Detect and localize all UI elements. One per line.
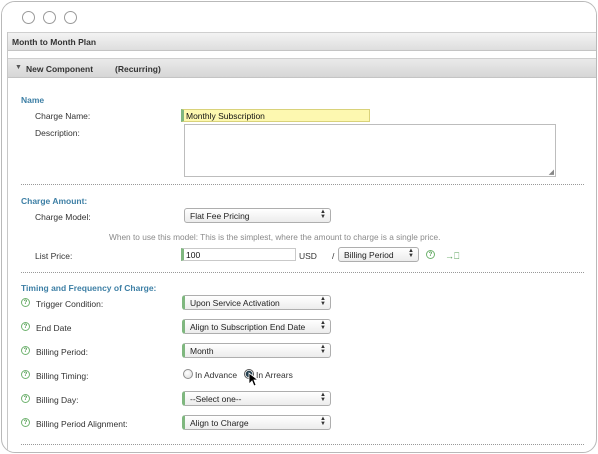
section-divider (21, 184, 584, 185)
browser-window: Month to Month Plan ▼ New Component (Rec… (1, 1, 597, 453)
in-advance-radio[interactable] (183, 369, 193, 379)
section-timing-title: Timing and Frequency of Charge: (21, 283, 157, 293)
charge-model-label: Charge Model: (35, 212, 91, 222)
resize-grip-icon[interactable]: ◢ (549, 168, 554, 176)
select-arrows-icon: ▲ ▼ (320, 344, 326, 355)
help-circle-icon[interactable]: ? (21, 322, 30, 331)
zoom-window-button[interactable] (64, 11, 77, 24)
billing-day-select[interactable]: --Select one-- ▲ ▼ (182, 391, 331, 406)
billing-period-label: Billing Period: (36, 347, 88, 357)
list-price-label: List Price: (35, 251, 73, 261)
billing-period-select[interactable]: Month ▲ ▼ (182, 343, 331, 358)
currency-label: USD (299, 251, 317, 261)
select-arrows-icon: ▲ ▼ (320, 392, 326, 403)
charge-model-value: Flat Fee Pricing (190, 211, 250, 221)
page-content: Month to Month Plan ▼ New Component (Rec… (7, 32, 596, 452)
help-circle-icon[interactable]: ? (21, 418, 30, 427)
help-circle-icon[interactable]: ? (21, 394, 30, 403)
list-price-input[interactable]: 100 (181, 248, 296, 261)
select-arrows-icon: ▲ ▼ (320, 296, 326, 307)
charge-model-hint: When to use this model: This is the simp… (109, 232, 441, 242)
billing-timing-label: Billing Timing: (36, 371, 89, 381)
select-arrows-icon: ▲ ▼ (320, 416, 326, 427)
in-advance-label[interactable]: In Advance (195, 370, 237, 380)
trigger-condition-select[interactable]: Upon Service Activation ▲ ▼ (182, 295, 331, 310)
section-name-title: Name (21, 95, 45, 105)
help-circle-icon[interactable]: ? (426, 250, 435, 259)
section-divider (21, 272, 584, 273)
caret-down-icon[interactable]: ▼ (15, 64, 22, 71)
section-divider (21, 444, 584, 445)
list-price-period-value: Billing Period (344, 250, 394, 260)
minimize-window-button[interactable] (43, 11, 56, 24)
charge-model-select[interactable]: Flat Fee Pricing ▲ ▼ (184, 208, 331, 223)
help-circle-icon[interactable]: ? (21, 370, 30, 379)
select-arrows-icon: ▲ ▼ (408, 248, 414, 259)
component-type: (Recurring) (115, 64, 161, 74)
component-header[interactable]: ▼ New Component (Recurring) (8, 58, 596, 78)
charge-name-input[interactable]: Monthly Subscription (181, 109, 370, 122)
help-circle-icon[interactable]: ? (21, 298, 30, 307)
billing-day-label: Billing Day: (36, 395, 79, 405)
billing-period-value: Month (190, 346, 214, 356)
billing-period-alignment-label: Billing Period Alignment: (36, 419, 128, 429)
plan-title: Month to Month Plan (12, 37, 97, 47)
end-date-label: End Date (36, 323, 72, 333)
in-arrears-label[interactable]: In Arrears (256, 370, 293, 380)
billing-period-alignment-select[interactable]: Align to Charge ▲ ▼ (182, 415, 331, 430)
arrow-right-bracket-icon[interactable]: →⎕ (445, 251, 459, 262)
trigger-condition-value: Upon Service Activation (190, 298, 280, 308)
end-date-value: Align to Subscription End Date (190, 322, 306, 332)
component-label: New Component (26, 64, 94, 74)
select-arrows-icon: ▲ ▼ (320, 209, 326, 220)
list-price-period-select[interactable]: Billing Period ▲ ▼ (338, 247, 419, 262)
description-textarea[interactable]: ◢ (184, 124, 556, 177)
description-label: Description: (35, 128, 80, 138)
charge-name-label: Charge Name: (35, 111, 91, 121)
window-titlebar (2, 2, 596, 32)
section-charge-amount-title: Charge Amount: (21, 196, 88, 206)
trigger-condition-label: Trigger Condition: (36, 299, 104, 309)
mouse-pointer-icon (248, 372, 259, 387)
help-circle-icon[interactable]: ? (21, 346, 30, 355)
end-date-select[interactable]: Align to Subscription End Date ▲ ▼ (182, 319, 331, 334)
billing-period-alignment-value: Align to Charge (190, 418, 249, 428)
select-arrows-icon: ▲ ▼ (320, 320, 326, 331)
per-separator: / (332, 251, 335, 261)
billing-day-value: --Select one-- (190, 394, 242, 404)
close-window-button[interactable] (22, 11, 35, 24)
plan-title-bar: Month to Month Plan (8, 32, 596, 51)
